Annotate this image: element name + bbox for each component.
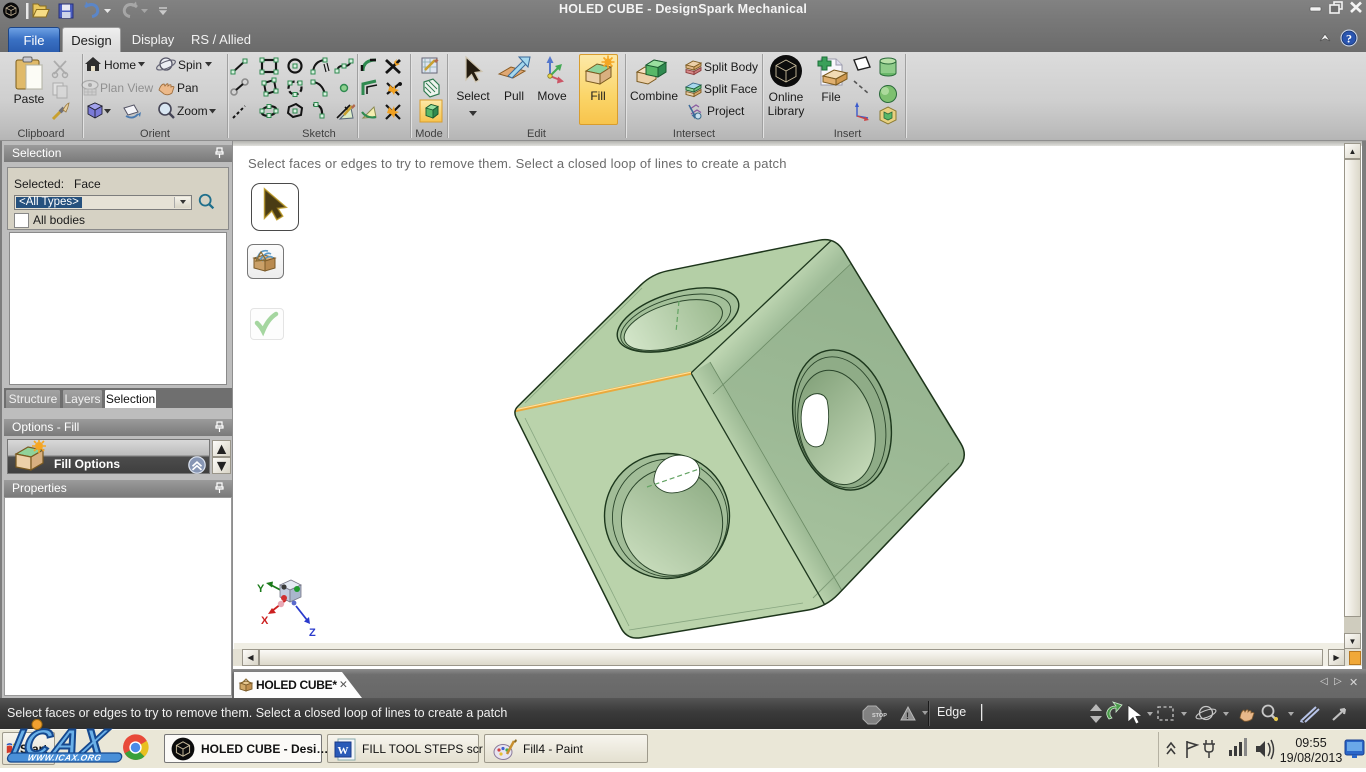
svg-text:Home: Home (104, 58, 136, 72)
svg-text:Plan View: Plan View (100, 81, 153, 95)
svg-text:W: W (338, 745, 349, 757)
svg-text:Y: Y (257, 583, 265, 595)
svg-text:Library: Library (768, 104, 805, 118)
svg-text:Online: Online (769, 90, 804, 104)
svg-text:Split Face: Split Face (704, 82, 758, 96)
svg-text:09:55: 09:55 (1295, 736, 1326, 750)
svg-text:Z: Z (309, 627, 316, 639)
svg-text:Spin: Spin (178, 58, 202, 72)
svg-text:Project: Project (707, 104, 745, 118)
svg-text:Fill: Fill (590, 89, 605, 103)
svg-text:Pan: Pan (177, 81, 198, 95)
svg-text:Edge: Edge (937, 705, 966, 719)
svg-text:Pull: Pull (504, 89, 524, 103)
svg-text:Combine: Combine (630, 89, 678, 103)
svg-text:Move: Move (537, 89, 567, 103)
svg-text:WWW.ICAX.ORG: WWW.ICAX.ORG (27, 753, 103, 763)
svg-text:Zoom: Zoom (177, 104, 208, 118)
svg-text:File: File (821, 90, 841, 104)
svg-text:Paste: Paste (14, 92, 45, 106)
svg-text:Split Body: Split Body (704, 60, 758, 74)
svg-text:19/08/2013: 19/08/2013 (1280, 751, 1343, 765)
svg-text:STOP: STOP (872, 713, 887, 719)
svg-text:!: ! (906, 711, 909, 721)
svg-text:Select: Select (456, 89, 490, 103)
svg-text:X: X (261, 615, 269, 627)
svg-text:?: ? (1346, 32, 1352, 46)
